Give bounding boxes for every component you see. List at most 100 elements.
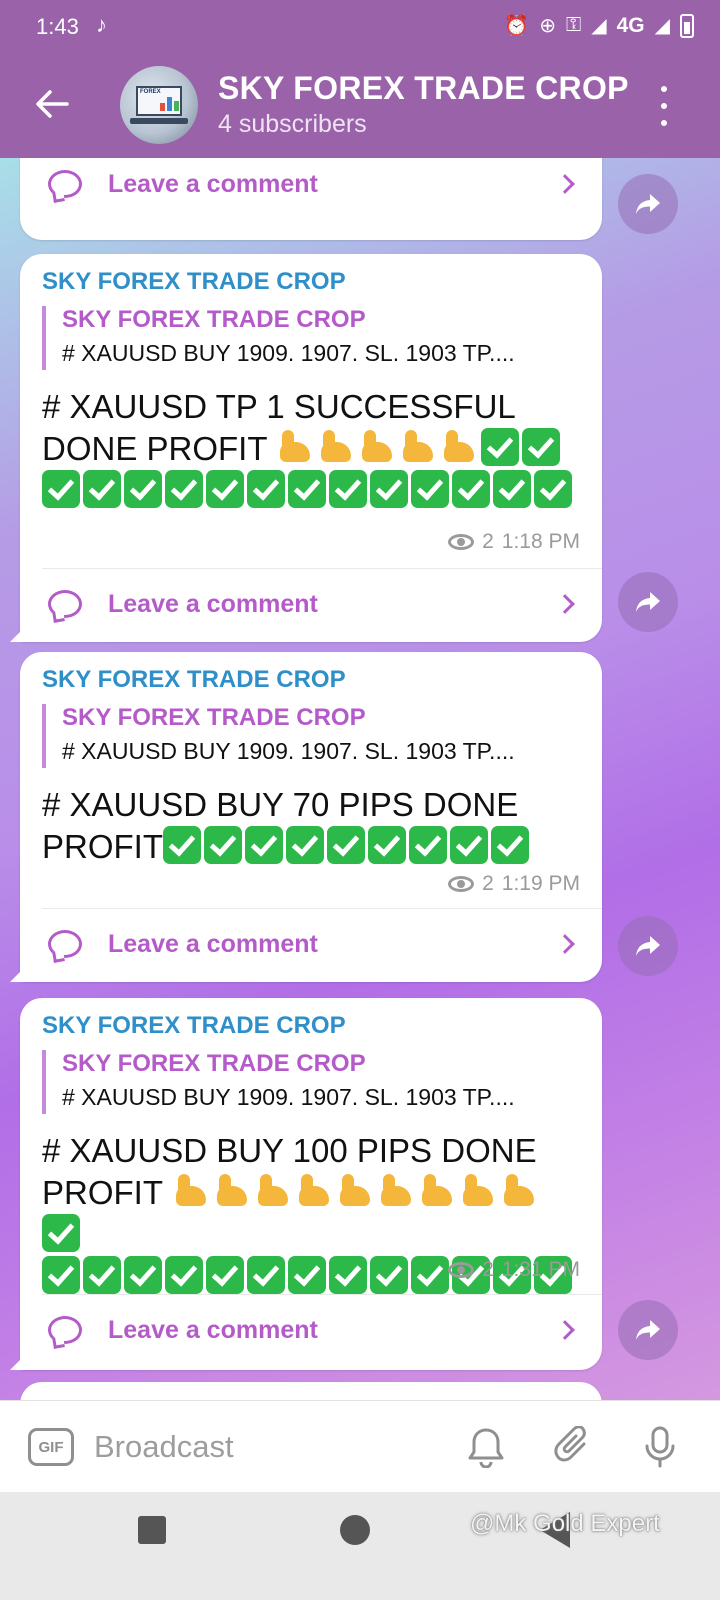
laptop-chart-image [136,86,182,116]
leave-comment-label: Leave a comment [108,1315,318,1344]
signal-icon: ◢ [591,15,607,37]
watermark-text: @Mk Gold Expert [470,1510,660,1537]
leave-comment-label: Leave a comment [108,929,318,958]
flexed-biceps-emoji [418,1172,456,1210]
broadcast-input[interactable]: Broadcast [94,1429,234,1465]
share-button[interactable] [618,916,678,976]
flexed-biceps-emoji [276,428,314,466]
check-mark-emoji [411,470,449,508]
check-mark-emoji [368,826,406,864]
message-input-bar: GIF Broadcast [0,1400,720,1492]
flexed-biceps-emoji [254,1172,292,1210]
emoji-run [163,826,532,865]
reply-sender: SKY FOREX TRADE CROP [62,1050,366,1077]
check-mark-emoji [409,826,447,864]
chevron-right-icon [555,174,575,194]
share-button[interactable] [618,174,678,234]
emoji-run [276,428,563,467]
check-mark-emoji [534,470,572,508]
reply-sender: SKY FOREX TRADE CROP [62,306,366,333]
chevron-right-icon [555,1320,575,1340]
check-mark-emoji [493,470,531,508]
message-sender: SKY FOREX TRADE CROP [42,1012,346,1039]
emoji-run [42,470,580,512]
check-mark-emoji [206,1256,244,1294]
back-arrow-icon[interactable] [30,82,74,126]
reply-quote[interactable]: SKY FOREX TRADE CROP # XAUUSD BUY 1909. … [42,306,588,370]
message-line: DONE PROFIT [42,430,267,467]
home-button[interactable] [340,1515,370,1545]
status-bar: 1:43 ♪ ⏰ ⊕ ⚿ ◢ 4G ◢ [0,0,720,52]
check-mark-emoji [481,428,520,466]
check-mark-emoji [124,470,162,508]
reply-quote[interactable]: SKY FOREX TRADE CROP # XAUUSD BUY 1909. … [42,704,588,768]
tiktok-icon: ♪ [96,12,107,37]
flexed-biceps-emoji [459,1172,497,1210]
comment-icon [48,930,82,958]
check-mark-emoji [452,470,490,508]
share-button[interactable] [618,572,678,632]
leave-comment-button[interactable]: Leave a comment [20,158,602,220]
leave-comment-button[interactable]: Leave a comment [20,568,602,640]
check-mark-emoji [83,470,121,508]
check-mark-emoji [124,1256,162,1294]
message-time: 1:18 PM [501,530,580,553]
more-options-icon[interactable] [654,86,674,126]
message-bubble: SKY FOREX TRADE CROP SKY FOREX TRADE CRO… [10,652,602,982]
reply-quote[interactable]: SKY FOREX TRADE CROP # XAUUSD BUY 1909. … [42,1050,588,1114]
check-mark-emoji [329,1256,367,1294]
check-mark-emoji [288,1256,326,1294]
alarm-icon: ⏰ [504,15,530,37]
chevron-right-icon [555,934,575,954]
check-mark-emoji [42,1256,80,1294]
message-meta: 2 1:19 PM [448,872,580,896]
check-mark-emoji [491,826,529,864]
message-bubble-partial: Leave a comment [20,158,602,240]
message-text: # XAUUSD TP 1 SUCCESSFUL DONE PROFIT [42,386,580,512]
message-time: 1:19 PM [501,872,580,895]
check-mark-emoji [245,826,283,864]
message-line: PROFIT [42,828,163,865]
reply-text: # XAUUSD BUY 1909. 1907. SL. 1903 TP.... [62,1084,515,1110]
check-mark-emoji [165,1256,203,1294]
message-meta: 2 1:31 PM [448,1258,580,1282]
network-type: 4G [616,13,645,37]
reply-text: # XAUUSD BUY 1909. 1907. SL. 1903 TP.... [62,738,515,764]
flexed-biceps-emoji [399,428,437,466]
check-mark-emoji [370,1256,408,1294]
flexed-biceps-emoji [377,1172,415,1210]
message-line: # XAUUSD BUY 100 PIPS DONE [42,1132,537,1169]
flexed-biceps-emoji [172,1172,210,1210]
channel-title[interactable]: SKY FOREX TRADE CROP [218,70,629,107]
flexed-biceps-emoji [213,1172,251,1210]
bell-icon[interactable] [464,1425,508,1469]
view-count: 2 [482,530,494,553]
message-bubble: SKY FOREX TRADE CROP SKY FOREX TRADE CRO… [10,998,602,1370]
flexed-biceps-emoji [295,1172,333,1210]
attachment-icon[interactable] [552,1425,596,1469]
check-mark-emoji [329,470,367,508]
channel-avatar[interactable] [120,66,198,144]
message-time: 1:31 PM [501,1258,580,1281]
view-count: 2 [482,1258,494,1281]
message-bubble: SKY FOREX TRADE CROP SKY FOREX TRADE CRO… [10,254,602,642]
check-mark-emoji [83,1256,121,1294]
comment-icon [48,1316,82,1344]
microphone-icon[interactable] [638,1425,682,1469]
message-line-emoji: PROFIT [42,1172,580,1256]
gif-button[interactable]: GIF [28,1428,74,1466]
leave-comment-button[interactable]: Leave a comment [20,1294,602,1366]
leave-comment-button[interactable]: Leave a comment [20,908,602,980]
battery-icon [680,13,694,38]
recents-button[interactable] [138,1516,166,1544]
check-mark-emoji [165,470,203,508]
share-button[interactable] [618,1300,678,1360]
reply-text: # XAUUSD BUY 1909. 1907. SL. 1903 TP.... [62,340,515,366]
views-icon [448,534,475,550]
message-line: # XAUUSD TP 1 SUCCESSFUL [42,388,516,425]
chat-area[interactable]: Leave a comment SKY FOREX TRADE CROP SKY… [0,158,720,1428]
message-line-emoji: DONE PROFIT [42,428,580,470]
status-time: 1:43 [36,14,79,39]
check-mark-emoji [42,470,80,508]
message-line: # XAUUSD BUY 70 PIPS DONE [42,786,519,823]
